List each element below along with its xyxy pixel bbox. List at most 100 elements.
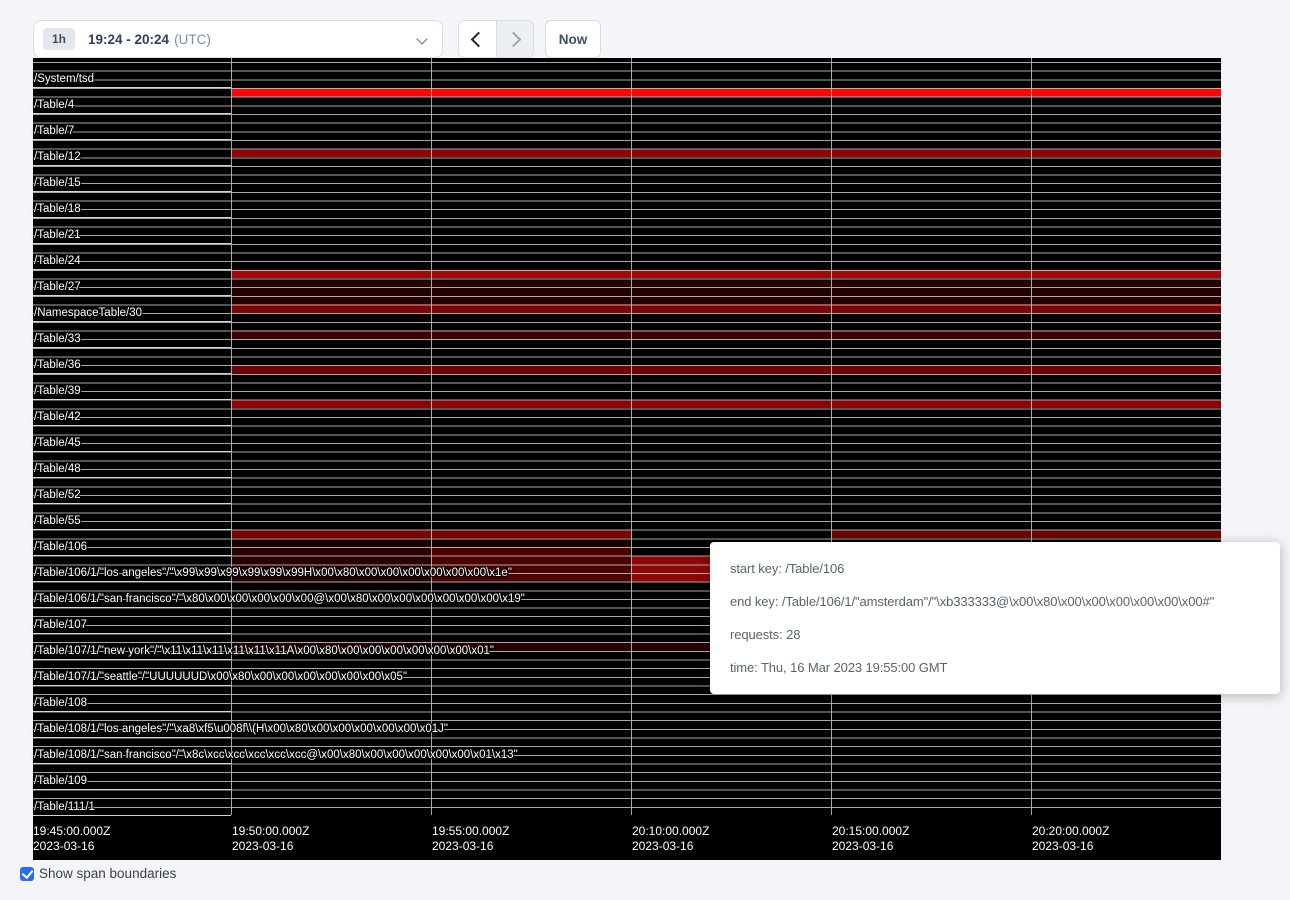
prev-range-button[interactable] bbox=[459, 21, 496, 57]
span-label-row: /Table/45 bbox=[33, 426, 231, 452]
tick-date: 2023-03-16 bbox=[432, 839, 509, 854]
span-label-row: /Table/36 bbox=[33, 348, 231, 374]
span-label: /Table/52 bbox=[33, 489, 81, 503]
time-gridline bbox=[631, 58, 632, 815]
tooltip-end-key: end key: /Table/106/1/"amsterdam"/"\xb33… bbox=[730, 592, 1260, 612]
span-label-row: /Table/15 bbox=[33, 166, 231, 192]
span-label-row: /Table/108/1/"san francisco"/"\x8c\xcc\x… bbox=[33, 738, 231, 764]
span-label: /Table/111/1 bbox=[33, 801, 95, 815]
span-label: /Table/4 bbox=[33, 99, 74, 113]
tick-date: 2023-03-16 bbox=[232, 839, 309, 854]
time-range-select[interactable]: 1h 19:24 - 20:24 (UTC) bbox=[33, 20, 443, 58]
span-label: /Table/39 bbox=[33, 385, 81, 399]
time-range-duration-badge: 1h bbox=[43, 28, 75, 50]
heatmap-band[interactable] bbox=[831, 530, 1221, 539]
span-label-row: /Table/55 bbox=[33, 504, 231, 530]
span-label: /Table/107/1/"new york"/"\x11\x11\x11\x1… bbox=[33, 645, 494, 659]
tooltip-requests: requests: 28 bbox=[730, 625, 1260, 645]
time-nav-group bbox=[458, 20, 534, 58]
span-label-row: /Table/21 bbox=[33, 218, 231, 244]
chevron-down-icon bbox=[416, 33, 427, 44]
time-axis-tick: 19:55:00.000Z2023-03-16 bbox=[432, 824, 509, 854]
span-label: /Table/24 bbox=[33, 255, 81, 269]
chevron-right-icon bbox=[505, 31, 521, 47]
span-label-row: /Table/12 bbox=[33, 140, 231, 166]
span-label: /Table/12 bbox=[33, 151, 81, 165]
time-axis-tick: 19:50:00.000Z2023-03-16 bbox=[232, 824, 309, 854]
time-range-text: 19:24 - 20:24 bbox=[88, 32, 169, 47]
span-label: /Table/108/1/"san francisco"/"\x8c\xcc\x… bbox=[33, 749, 518, 763]
show-span-boundaries-label: Show span boundaries bbox=[39, 866, 176, 881]
span-label-row: /NamespaceTable/30 bbox=[33, 296, 231, 322]
span-label-row: /Table/52 bbox=[33, 478, 231, 504]
span-label-row: /Table/18 bbox=[33, 192, 231, 218]
key-visualizer-page: 1h 19:24 - 20:24 (UTC) Now /System/tsd/T… bbox=[0, 0, 1290, 900]
span-label-pane: /System/tsd/Table/4/Table/7/Table/12/Tab… bbox=[33, 58, 231, 815]
tick-time: 19:55:00.000Z bbox=[432, 824, 509, 839]
span-label-row: /Table/24 bbox=[33, 244, 231, 270]
tick-date: 2023-03-16 bbox=[832, 839, 909, 854]
heatmap-band[interactable] bbox=[231, 88, 1221, 97]
span-label: /Table/55 bbox=[33, 515, 81, 529]
span-label: /Table/109 bbox=[33, 775, 87, 789]
time-range-zone: (UTC) bbox=[174, 32, 211, 47]
tick-time: 19:50:00.000Z bbox=[232, 824, 309, 839]
tooltip-start-key: start key: /Table/106 bbox=[730, 559, 1260, 579]
span-label: /Table/107 bbox=[33, 619, 87, 633]
tooltip-time: time: Thu, 16 Mar 2023 19:55:00 GMT bbox=[730, 658, 1260, 678]
span-label-row: /System/tsd bbox=[33, 62, 231, 88]
key-visualizer-canvas[interactable]: /System/tsd/Table/4/Table/7/Table/12/Tab… bbox=[33, 58, 1221, 860]
span-label-row: /Table/107/1/"new york"/"\x11\x11\x11\x1… bbox=[33, 634, 231, 660]
span-label: /Table/48 bbox=[33, 463, 81, 477]
tick-time: 20:20:00.000Z bbox=[1032, 824, 1109, 839]
span-label-row: /Table/39 bbox=[33, 374, 231, 400]
span-label: /Table/106/1/"san francisco"/"\x80\x00\x… bbox=[33, 593, 525, 607]
span-label-row: /Table/109 bbox=[33, 764, 231, 790]
tick-date: 2023-03-16 bbox=[632, 839, 709, 854]
tick-time: 20:10:00.000Z bbox=[632, 824, 709, 839]
time-gridline bbox=[431, 58, 432, 815]
next-range-button[interactable] bbox=[496, 21, 534, 57]
span-label-row: /Table/106 bbox=[33, 530, 231, 556]
time-axis: 19:45:00.000Z2023-03-1619:50:00.000Z2023… bbox=[33, 824, 1221, 860]
span-label: /Table/45 bbox=[33, 437, 81, 451]
span-label-row: /Table/48 bbox=[33, 452, 231, 478]
span-label: /System/tsd bbox=[33, 73, 94, 87]
span-label-row: /Table/111/1 bbox=[33, 790, 231, 816]
chevron-left-icon bbox=[471, 31, 487, 47]
span-label: /Table/21 bbox=[33, 229, 81, 243]
time-axis-tick: 20:15:00.000Z2023-03-16 bbox=[832, 824, 909, 854]
tick-time: 19:45:00.000Z bbox=[33, 824, 110, 839]
cell-tooltip: start key: /Table/106 end key: /Table/10… bbox=[710, 542, 1280, 694]
span-label: /NamespaceTable/30 bbox=[33, 307, 142, 321]
span-label-row: /Table/108 bbox=[33, 686, 231, 712]
span-label: /Table/33 bbox=[33, 333, 81, 347]
span-label-row: /Table/42 bbox=[33, 400, 231, 426]
show-span-boundaries-checkbox[interactable] bbox=[20, 867, 34, 881]
span-label: /Table/7 bbox=[33, 125, 74, 139]
heatmap-band[interactable] bbox=[231, 149, 1221, 158]
span-label-row: /Table/108/1/"los angeles"/"\xa8\xf5\u00… bbox=[33, 712, 231, 738]
time-axis-tick: 20:20:00.000Z2023-03-16 bbox=[1032, 824, 1109, 854]
heatmap-band[interactable] bbox=[231, 400, 1221, 409]
span-label: /Table/108/1/"los angeles"/"\xa8\xf5\u00… bbox=[33, 723, 448, 737]
span-label-row: /Table/107 bbox=[33, 608, 231, 634]
time-toolbar: 1h 19:24 - 20:24 (UTC) Now bbox=[0, 0, 1290, 58]
time-gridline bbox=[231, 58, 232, 815]
span-label-row: /Table/4 bbox=[33, 88, 231, 114]
time-gridline bbox=[831, 58, 832, 815]
heatmap-band[interactable] bbox=[231, 330, 1221, 339]
span-label-row: /Table/27 bbox=[33, 270, 231, 296]
tick-date: 2023-03-16 bbox=[1032, 839, 1109, 854]
span-label: /Table/15 bbox=[33, 177, 81, 191]
span-label: /Table/106/1/"los angeles"/"\x99\x99\x99… bbox=[33, 567, 512, 581]
time-axis-tick: 20:10:00.000Z2023-03-16 bbox=[632, 824, 709, 854]
heatmap-band[interactable] bbox=[231, 365, 1221, 374]
tick-time: 20:15:00.000Z bbox=[832, 824, 909, 839]
span-label-row: /Table/33 bbox=[33, 322, 231, 348]
heatmap-band[interactable] bbox=[231, 270, 1221, 279]
now-button[interactable]: Now bbox=[545, 20, 601, 58]
heatmap-band[interactable] bbox=[231, 279, 1221, 305]
heatmap-band[interactable] bbox=[231, 304, 1221, 313]
footer-controls: Show span boundaries bbox=[20, 866, 176, 881]
